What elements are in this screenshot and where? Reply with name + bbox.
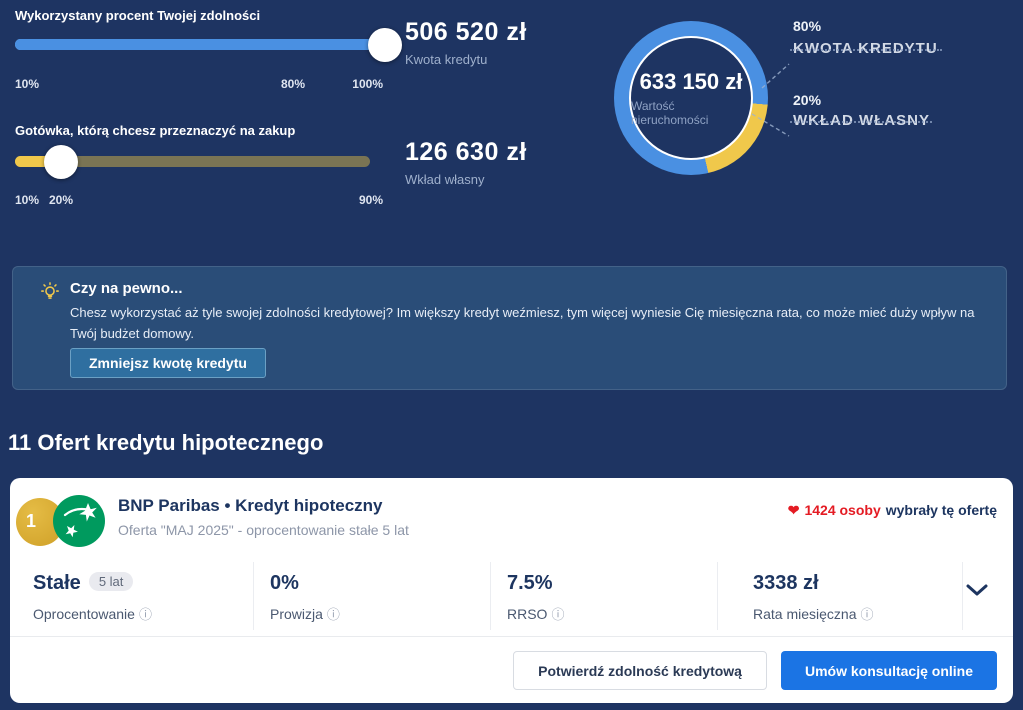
legend-contribution-underline — [790, 121, 932, 123]
monthly-payment-label: Rata miesięczna — [753, 606, 857, 622]
warning-body: Chesz wykorzystać aż tyle swojej zdolnoś… — [70, 302, 995, 345]
stat-monthly-payment: 3338 zł Rata miesięczna ⓘ — [753, 572, 874, 623]
capacity-slider-ticks: 10% 80% 100% — [15, 77, 383, 91]
legend-contribution-percent: 20% — [793, 92, 821, 108]
legend-credit-percent: 80% — [793, 18, 821, 34]
book-online-consultation-button[interactable]: Umów konsultację online — [781, 651, 997, 690]
cash-slider-ticks: 10% 20% 90% — [15, 193, 383, 207]
capacity-slider-handle[interactable] — [368, 28, 402, 62]
interest-period-badge: 5 lat — [89, 572, 134, 591]
cash-slider[interactable] — [15, 156, 370, 167]
own-contribution-value: 126 630 zł — [405, 138, 527, 167]
divider — [490, 562, 491, 630]
popularity-text: wybrały tę ofertę — [886, 502, 997, 518]
warning-panel: Czy na pewno... Chesz wykorzystać aż tyl… — [12, 266, 1007, 390]
capacity-slider-fill — [15, 39, 385, 50]
offer-actions: Potwierdź zdolność kredytową Umów konsul… — [513, 651, 997, 690]
commission-label: Prowizja — [270, 606, 323, 622]
info-icon[interactable]: ⓘ — [327, 607, 340, 622]
divider — [10, 636, 1013, 637]
offers-section-title: 11 Ofert kredytu hipotecznego — [8, 430, 323, 456]
stat-commission: 0% Prowizja ⓘ — [270, 572, 340, 623]
divider — [253, 562, 254, 630]
info-icon[interactable]: ⓘ — [861, 607, 874, 622]
chevron-down-icon[interactable] — [965, 580, 989, 600]
mortgage-calculator-page: Wykorzystany procent Twojej zdolności 10… — [0, 0, 1023, 710]
capacity-slider-label: Wykorzystany procent Twojej zdolności — [15, 8, 260, 23]
divider — [717, 562, 718, 630]
property-value-label: Wartość nieruchomości — [631, 99, 751, 127]
decrease-loan-button[interactable]: Zmniejsz kwotę kredytu — [70, 348, 266, 378]
bnp-paribas-logo — [52, 494, 106, 548]
loan-amount-value: 506 520 zł — [405, 18, 527, 47]
info-icon[interactable]: ⓘ — [139, 607, 152, 622]
commission-value: 0% — [270, 572, 340, 595]
loan-amount-label: Kwota kredytu — [405, 52, 487, 67]
offer-subtitle: Oferta "MAJ 2025" - oprocentowanie stałe… — [118, 522, 409, 538]
offer-popularity: ❤1424 osoby wybrały tę ofertę — [788, 502, 997, 519]
legend-credit-underline — [790, 49, 942, 51]
donut-chart: 633 150 zł Wartość nieruchomości — [614, 21, 768, 175]
interest-type-value: Stałe — [33, 572, 81, 594]
stat-rrso: 7.5% RRSO ⓘ — [507, 572, 564, 623]
offer-title: BNP Paribas • Kredyt hipoteczny — [118, 496, 383, 516]
heart-icon: ❤ — [788, 502, 800, 518]
monthly-payment-value: 3338 zł — [753, 572, 874, 595]
tick-label: 10% — [15, 193, 39, 207]
lightbulb-icon — [39, 281, 61, 303]
divider — [962, 562, 963, 630]
property-value: 633 150 zł — [640, 69, 743, 95]
tick-label: 80% — [281, 77, 305, 91]
offer-card: 1 BNP Paribas • Kredyt hipoteczny Oferta… — [10, 478, 1013, 703]
donut-center: 633 150 zł Wartość nieruchomości — [629, 36, 753, 160]
tick-label: 100% — [352, 77, 383, 91]
interest-label: Oprocentowanie — [33, 606, 135, 622]
rrso-label: RRSO — [507, 606, 547, 622]
popularity-count: 1424 osoby — [804, 502, 880, 518]
confirm-creditworthiness-button[interactable]: Potwierdź zdolność kredytową — [513, 651, 767, 690]
rank-number: 1 — [26, 511, 36, 532]
warning-title: Czy na pewno... — [70, 280, 183, 297]
stat-interest-rate: Stałe 5 lat Oprocentowanie ⓘ — [33, 572, 152, 623]
tick-label: 90% — [359, 193, 383, 207]
rrso-value: 7.5% — [507, 572, 564, 595]
info-icon[interactable]: ⓘ — [551, 607, 564, 622]
own-contribution-label: Wkład własny — [405, 172, 484, 187]
capacity-slider[interactable] — [15, 39, 385, 50]
cash-slider-label: Gotówka, którą chcesz przeznaczyć na zak… — [15, 123, 295, 138]
tick-label: 20% — [49, 193, 73, 207]
cash-slider-handle[interactable] — [44, 145, 78, 179]
tick-label: 10% — [15, 77, 39, 91]
